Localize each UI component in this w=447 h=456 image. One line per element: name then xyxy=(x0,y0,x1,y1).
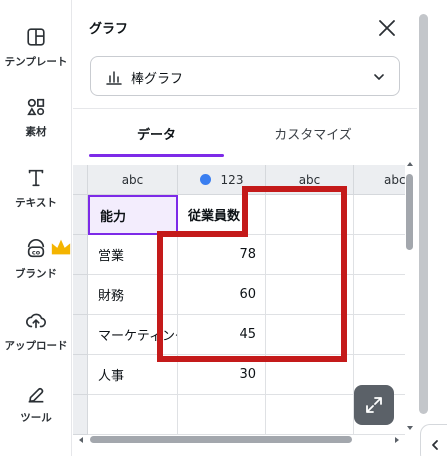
column-type-header[interactable]: abc xyxy=(88,165,178,195)
chevron-left-icon xyxy=(432,440,438,450)
tab-data[interactable]: データ xyxy=(89,124,224,158)
row-stub xyxy=(73,355,88,395)
column-type-header[interactable]: abc xyxy=(354,165,405,195)
table-cell-empty[interactable] xyxy=(266,275,354,315)
collapse-panel-button[interactable] xyxy=(420,424,447,456)
row-stub xyxy=(73,395,88,435)
table-cell-empty[interactable] xyxy=(354,195,405,235)
chart-type-label: 棒グラフ xyxy=(131,72,184,87)
sidebar-item-brand[interactable]: co ブランド xyxy=(0,234,72,294)
scroll-left-icon[interactable] xyxy=(77,436,85,444)
table-cell-empty[interactable] xyxy=(266,355,354,395)
row-stub xyxy=(73,315,88,355)
panel-title: グラフ xyxy=(89,22,129,37)
active-tab-indicator xyxy=(89,154,224,157)
table-cell-label[interactable]: 人事 xyxy=(88,355,178,395)
sidebar-item-label: ブランド xyxy=(15,268,57,280)
column-type-header[interactable]: abc xyxy=(266,165,354,195)
expand-button[interactable] xyxy=(354,385,394,425)
column-type-label: abc xyxy=(298,172,321,187)
table-cell-empty[interactable] xyxy=(266,315,354,355)
horizontal-scrollbar[interactable] xyxy=(90,436,352,443)
table-cell-label[interactable]: 財務 xyxy=(88,275,178,315)
chevron-down-icon xyxy=(374,74,384,80)
svg-text:co: co xyxy=(32,249,41,257)
table-cell-empty[interactable] xyxy=(266,395,354,435)
vertical-scrollbar[interactable] xyxy=(406,174,413,250)
sidebar-item-label: アップロード xyxy=(4,340,68,352)
scroll-right-icon[interactable] xyxy=(393,436,401,444)
chart-type-select[interactable]: 棒グラフ xyxy=(90,56,400,96)
brand-icon: co xyxy=(27,239,45,258)
sidebar-item-label: テンプレート xyxy=(4,56,68,68)
row-stub xyxy=(73,195,88,235)
table-cell-label[interactable]: 営業 xyxy=(88,235,178,275)
table-cell-empty[interactable] xyxy=(266,195,354,235)
table-cell-empty[interactable] xyxy=(354,275,405,315)
row-stub xyxy=(73,275,88,315)
template-icon xyxy=(27,28,45,46)
sidebar-item-elements[interactable]: 素材 xyxy=(0,92,72,152)
tools-icon xyxy=(28,388,44,403)
scroll-up-icon[interactable] xyxy=(406,160,414,168)
table-cell-empty[interactable] xyxy=(88,395,178,435)
table-cell-empty[interactable] xyxy=(354,235,405,275)
chart-panel: グラフ 棒グラフ データ カスタマイズ abc 123 abc abc 能力 従… xyxy=(73,0,417,456)
series-color-dot[interactable] xyxy=(199,174,211,185)
divider xyxy=(73,108,417,109)
expand-icon xyxy=(366,397,382,413)
column-type-label: abc xyxy=(121,172,144,187)
panel-scrollbar[interactable] xyxy=(419,14,428,414)
sidebar-item-text[interactable]: テキスト xyxy=(0,163,72,223)
tab-customize[interactable]: カスタマイズ xyxy=(233,124,393,158)
table-cell-value[interactable]: 30 xyxy=(178,355,266,395)
close-icon[interactable] xyxy=(375,16,399,40)
column-type-header[interactable]: 123 xyxy=(178,165,266,195)
grid-corner xyxy=(73,165,88,195)
column-type-label: abc xyxy=(384,172,405,187)
crown-icon xyxy=(51,239,71,255)
sidebar-item-label: ツール xyxy=(20,412,52,424)
table-cell-value[interactable]: 78 xyxy=(178,235,266,275)
table-cell-header[interactable]: 従業員数 xyxy=(178,195,266,235)
table-cell-empty[interactable] xyxy=(354,315,405,355)
table-cell-header[interactable]: 能力 xyxy=(88,195,178,235)
scroll-down-icon[interactable] xyxy=(406,424,414,432)
column-type-label: 123 xyxy=(220,172,244,187)
left-rail: テンプレート 素材 テキスト co ブランド アップロード ツール xyxy=(0,0,72,456)
upload-icon xyxy=(26,313,46,329)
table-cell-label[interactable]: マーケティング xyxy=(88,315,178,355)
table-cell-value[interactable]: 45 xyxy=(178,315,266,355)
text-icon xyxy=(28,169,44,187)
sidebar-item-label: テキスト xyxy=(15,197,57,209)
sidebar-item-tools[interactable]: ツール xyxy=(0,378,72,438)
table-cell-empty[interactable] xyxy=(178,395,266,435)
table-cell-value[interactable]: 60 xyxy=(178,275,266,315)
sidebar-item-template[interactable]: テンプレート xyxy=(0,22,72,82)
sidebar-item-upload[interactable]: アップロード xyxy=(0,306,72,366)
elements-icon xyxy=(27,98,45,116)
bar-chart-icon xyxy=(106,71,122,85)
sidebar-item-label: 素材 xyxy=(25,126,47,138)
row-stub xyxy=(73,235,88,275)
table-cell-empty[interactable] xyxy=(266,235,354,275)
